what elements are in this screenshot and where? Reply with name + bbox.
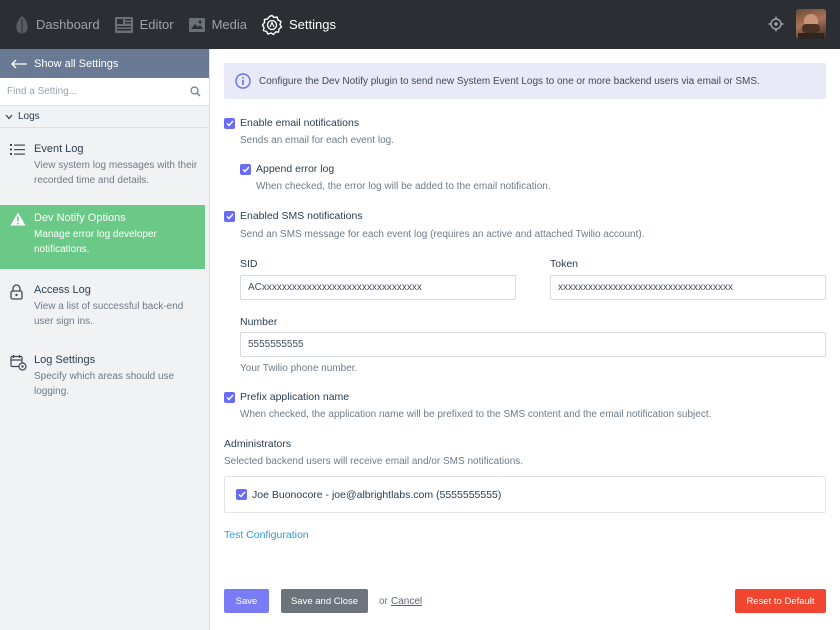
enable-email-help: Sends an email for each event log. [240,135,394,146]
sidebar-item-desc: View a list of successful back-end user … [34,301,184,327]
append-error-log-label: Append error log [256,163,335,175]
info-icon [235,73,251,89]
prefix-app-name-help: When checked, the application name will … [240,409,712,420]
nav-editor[interactable]: Editor [114,0,174,49]
check-icon [224,210,235,222]
sidebar-item-desc: View system log messages with their reco… [34,160,198,186]
nav-media-label: Media [211,17,247,32]
nav-settings[interactable]: Settings [261,0,336,49]
sidebar-item-title: Event Log [34,143,84,155]
administrators-label: Administrators [224,438,292,450]
enable-sms-help: Send an SMS message for each event log (… [240,229,645,240]
enable-email-checkbox[interactable]: Enable email notifications [224,117,359,129]
or-text: or [379,596,388,607]
settings-search [0,78,209,106]
settings-sidebar: Show all Settings Logs Event Log View sy… [0,49,210,630]
append-error-log-checkbox[interactable]: Append error log [240,163,334,175]
nav-editor-label: Editor [139,17,174,32]
number-label: Number [240,316,278,328]
sid-input[interactable] [240,275,516,300]
gear-icon [261,14,283,35]
sidebar-item-event-log[interactable]: Event Log View system log messages with … [0,132,209,202]
administrators-help: Selected backend users will receive emai… [224,456,524,467]
check-icon [236,489,247,500]
leaf-icon [16,15,28,33]
check-icon [224,391,235,403]
administrators-list: Joe Buonocore - joe@albrightlabs.com (55… [224,476,826,513]
sidebar-group-logs[interactable]: Logs [0,106,209,128]
sidebar-item-log-settings[interactable]: Log Settings Specify which areas should … [0,343,209,413]
check-icon [240,163,251,175]
warning-icon [10,212,26,226]
image-icon [188,17,205,32]
calendar-gear-icon [10,355,27,371]
check-icon [224,117,235,129]
prefix-app-name-checkbox[interactable]: Prefix application name [224,391,349,403]
sidebar-item-desc: Manage error log developer notifications… [34,229,157,255]
prefix-app-name-label: Prefix application name [240,391,350,403]
append-error-log-help: When checked, the error log will be adde… [256,181,551,192]
nav-settings-label: Settings [289,17,336,32]
arrow-left-icon [11,59,27,68]
admin-user-label: Joe Buonocore - joe@albrightlabs.com (55… [252,488,502,501]
test-configuration-link[interactable]: Test Configuration [224,529,309,541]
reset-to-default-button[interactable]: Reset to Default [735,589,826,613]
sidebar-group-label: Logs [18,111,40,122]
top-navigation-bar: Dashboard Editor Media Settings [0,0,840,49]
chevron-down-icon [5,114,13,119]
crosshair-icon[interactable] [768,16,784,32]
save-and-close-button[interactable]: Save and Close [281,589,368,613]
number-input[interactable] [240,332,826,357]
sidebar-item-title: Dev Notify Options [34,212,126,224]
number-help: Your Twilio phone number. [240,363,358,374]
cancel-link[interactable]: Cancel [391,596,422,607]
info-banner-text: Configure the Dev Notify plugin to send … [259,75,760,87]
nav-media[interactable]: Media [188,0,247,49]
token-input[interactable] [550,275,826,300]
nav-dashboard-label: Dashboard [36,17,100,32]
nav-dashboard[interactable]: Dashboard [14,0,100,49]
sidebar-item-desc: Specify which areas should use logging. [34,371,175,397]
sidebar-item-title: Log Settings [34,354,96,366]
show-all-settings-link[interactable]: Show all Settings [0,49,209,78]
enable-sms-label: Enabled SMS notifications [240,210,363,222]
lock-icon [10,284,23,300]
admin-user-checkbox[interactable]: Joe Buonocore - joe@albrightlabs.com (55… [236,489,501,501]
enable-email-label: Enable email notifications [240,117,360,129]
sid-label: SID [240,258,258,270]
search-icon[interactable] [190,86,201,97]
settings-form: Configure the Dev Notify plugin to send … [211,49,840,630]
list-icon [10,144,25,155]
token-label: Token [550,258,579,270]
avatar[interactable] [796,9,826,39]
show-all-settings-label: Show all Settings [34,57,119,70]
enable-sms-checkbox[interactable]: Enabled SMS notifications [224,210,363,222]
save-button[interactable]: Save [224,589,269,613]
sidebar-item-dev-notify-options[interactable]: Dev Notify Options Manage error log deve… [0,205,205,269]
sidebar-item-title: Access Log [34,284,91,296]
sidebar-item-access-log[interactable]: Access Log View a list of successful bac… [0,273,209,343]
newspaper-icon [114,16,133,33]
settings-search-input[interactable] [7,86,177,97]
top-right-tools [768,9,826,39]
info-banner: Configure the Dev Notify plugin to send … [224,63,826,99]
